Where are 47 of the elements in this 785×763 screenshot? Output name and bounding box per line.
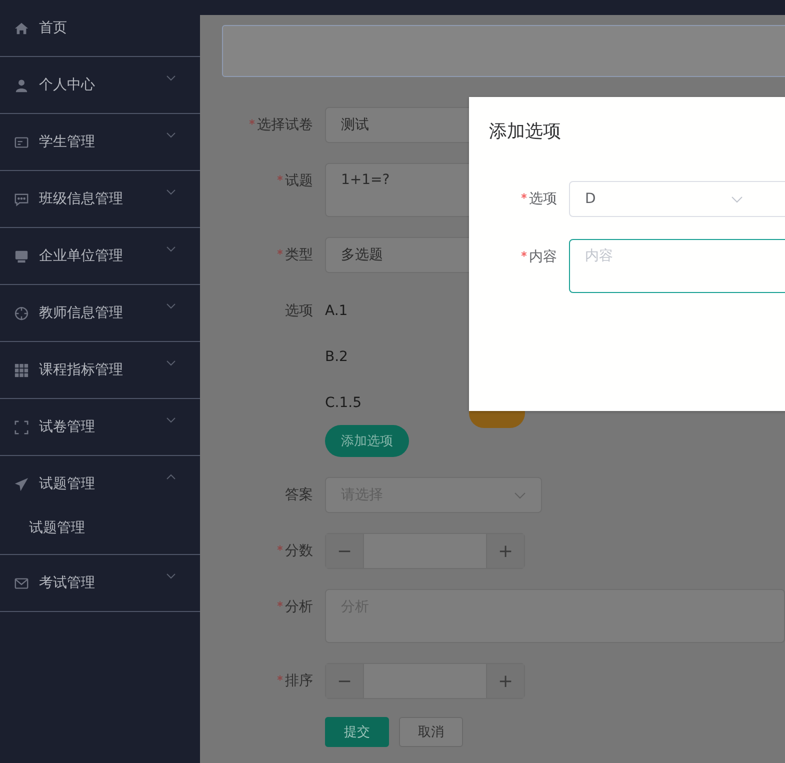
field-label: 选择试卷	[257, 116, 313, 134]
frame-icon	[14, 420, 29, 434]
plane-icon	[14, 476, 29, 492]
target-icon	[14, 306, 29, 320]
chevron-down-icon	[731, 196, 743, 202]
chevron-down-icon	[166, 417, 176, 423]
sidebar-item[interactable]: 个人中心	[0, 57, 200, 113]
submit-button[interactable]: 提交	[325, 717, 389, 747]
select-field[interactable]: D	[569, 181, 785, 217]
sidebar-item[interactable]: 试卷管理	[0, 399, 200, 455]
chevron-down-icon	[166, 189, 176, 195]
sidebar-item[interactable]: 考试管理	[0, 555, 200, 611]
sidebar-item[interactable]: 首页	[0, 0, 200, 56]
option-text: A.1	[325, 302, 349, 321]
chevron-down-icon	[514, 492, 526, 498]
chevron-down-icon	[166, 246, 176, 252]
chevron-down-icon	[166, 75, 176, 81]
sidebar-item[interactable]: 班级信息管理	[0, 171, 200, 227]
chevron-up-icon	[166, 474, 176, 480]
field-label: 答案	[285, 486, 313, 504]
field-label: 试题	[285, 172, 313, 190]
sidebar-item[interactable]: 学生管理	[0, 114, 200, 170]
option-text: B.2	[325, 348, 349, 367]
field-label: 选项	[285, 302, 313, 320]
option-text: C.1.5	[325, 394, 362, 413]
field-label: 排序	[285, 672, 313, 690]
chevron-down-icon	[166, 303, 176, 309]
field-label: 内容	[529, 248, 557, 266]
field-label: 分析	[285, 598, 313, 616]
field-label: 分数	[285, 542, 313, 560]
cancel-button[interactable]: 取消	[399, 717, 463, 747]
mail-icon	[14, 576, 29, 590]
monitor-icon	[14, 248, 29, 264]
user-icon	[14, 78, 29, 92]
home-icon	[14, 20, 29, 36]
chevron-down-icon	[166, 132, 176, 138]
grid-icon	[14, 362, 29, 378]
chevron-down-icon	[166, 573, 176, 579]
chat-icon	[14, 192, 29, 206]
dialog-title: 添加选项	[488, 120, 562, 144]
chevron-down-icon	[166, 360, 176, 366]
sidebar-item[interactable]: 课程指标管理	[0, 342, 200, 398]
sidebar-item[interactable]: 教师信息管理	[0, 285, 200, 341]
field-label: 选项	[529, 190, 557, 208]
field-label: 类型	[285, 246, 313, 264]
card-icon	[14, 134, 29, 150]
sidebar-item[interactable]: 企业单位管理	[0, 228, 200, 284]
